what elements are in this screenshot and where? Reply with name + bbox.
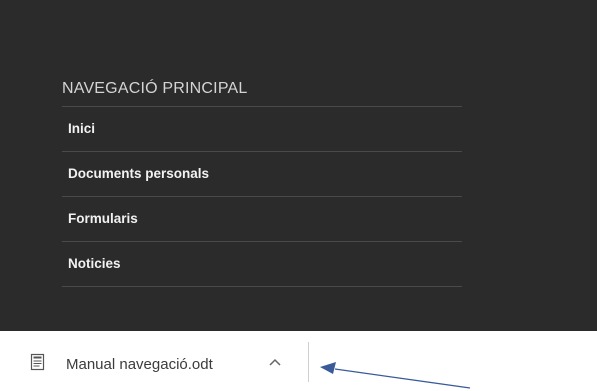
page-background-panel: NAVEGACIÓ PRINCIPAL Inici Documents pers… xyxy=(0,0,597,331)
nav-item-documents-personals[interactable]: Documents personals xyxy=(62,152,462,197)
nav-heading: NAVEGACIÓ PRINCIPAL xyxy=(62,78,462,107)
main-navigation: NAVEGACIÓ PRINCIPAL Inici Documents pers… xyxy=(62,78,462,287)
download-file-name: Manual navegació.odt xyxy=(66,356,213,373)
download-item[interactable]: Manual navegació.odt xyxy=(30,353,310,383)
document-icon xyxy=(30,353,45,371)
nav-item-inici[interactable]: Inici xyxy=(62,107,462,152)
nav-item-formularis[interactable]: Formularis xyxy=(62,197,462,242)
nav-item-noticies[interactable]: Noticies xyxy=(62,242,462,287)
download-bar: Manual navegació.odt xyxy=(0,331,597,391)
download-bar-separator xyxy=(308,342,309,382)
chevron-up-icon[interactable] xyxy=(268,356,282,370)
